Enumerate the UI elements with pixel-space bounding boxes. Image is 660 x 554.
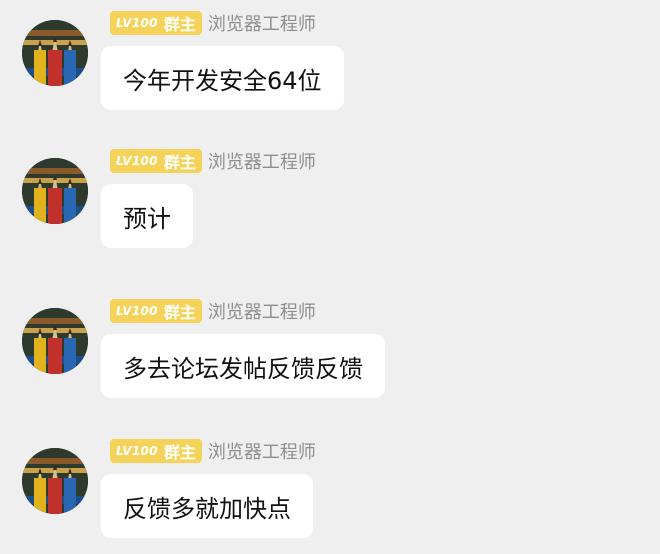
level-label: LV100 <box>116 16 158 30</box>
sender-meta: LV100 群主 浏览器工程师 <box>110 298 316 324</box>
avatar[interactable] <box>22 158 88 224</box>
pencil-avatar-icon <box>22 158 88 224</box>
avatar[interactable] <box>22 308 88 374</box>
level-badge: LV100 群主 <box>110 11 202 35</box>
member-title: 浏览器工程师 <box>207 152 316 173</box>
member-title: 浏览器工程师 <box>207 302 316 323</box>
chat-message: LV100 群主 浏览器工程师 今年开发安全64位 <box>0 6 660 126</box>
role-label: 群主 <box>163 153 196 172</box>
level-badge: LV100 群主 <box>110 299 202 323</box>
role-label: 群主 <box>163 15 196 34</box>
message-bubble[interactable]: 多去论坛发帖反馈反馈 <box>101 334 385 398</box>
level-label: LV100 <box>116 304 158 318</box>
chat-message: LV100 群主 浏览器工程师 反馈多就加快点 <box>0 434 660 554</box>
level-label: LV100 <box>116 444 158 458</box>
chat-message: LV100 群主 浏览器工程师 多去论坛发帖反馈反馈 <box>0 294 660 414</box>
sender-meta: LV100 群主 浏览器工程师 <box>110 10 316 36</box>
message-bubble[interactable]: 预计 <box>101 184 193 248</box>
pencil-avatar-icon <box>22 448 88 514</box>
avatar[interactable] <box>22 20 88 86</box>
sender-meta: LV100 群主 浏览器工程师 <box>110 438 316 464</box>
member-title: 浏览器工程师 <box>207 442 316 463</box>
sender-meta: LV100 群主 浏览器工程师 <box>110 148 316 174</box>
level-badge: LV100 群主 <box>110 149 202 173</box>
member-title: 浏览器工程师 <box>207 14 316 35</box>
level-badge: LV100 群主 <box>110 439 202 463</box>
pencil-avatar-icon <box>22 308 88 374</box>
role-label: 群主 <box>163 303 196 322</box>
message-bubble[interactable]: 今年开发安全64位 <box>101 46 344 110</box>
level-label: LV100 <box>116 154 158 168</box>
message-bubble[interactable]: 反馈多就加快点 <box>101 474 313 538</box>
chat-message: LV100 群主 浏览器工程师 预计 <box>0 144 660 264</box>
avatar[interactable] <box>22 448 88 514</box>
role-label: 群主 <box>163 443 196 462</box>
pencil-avatar-icon <box>22 20 88 86</box>
